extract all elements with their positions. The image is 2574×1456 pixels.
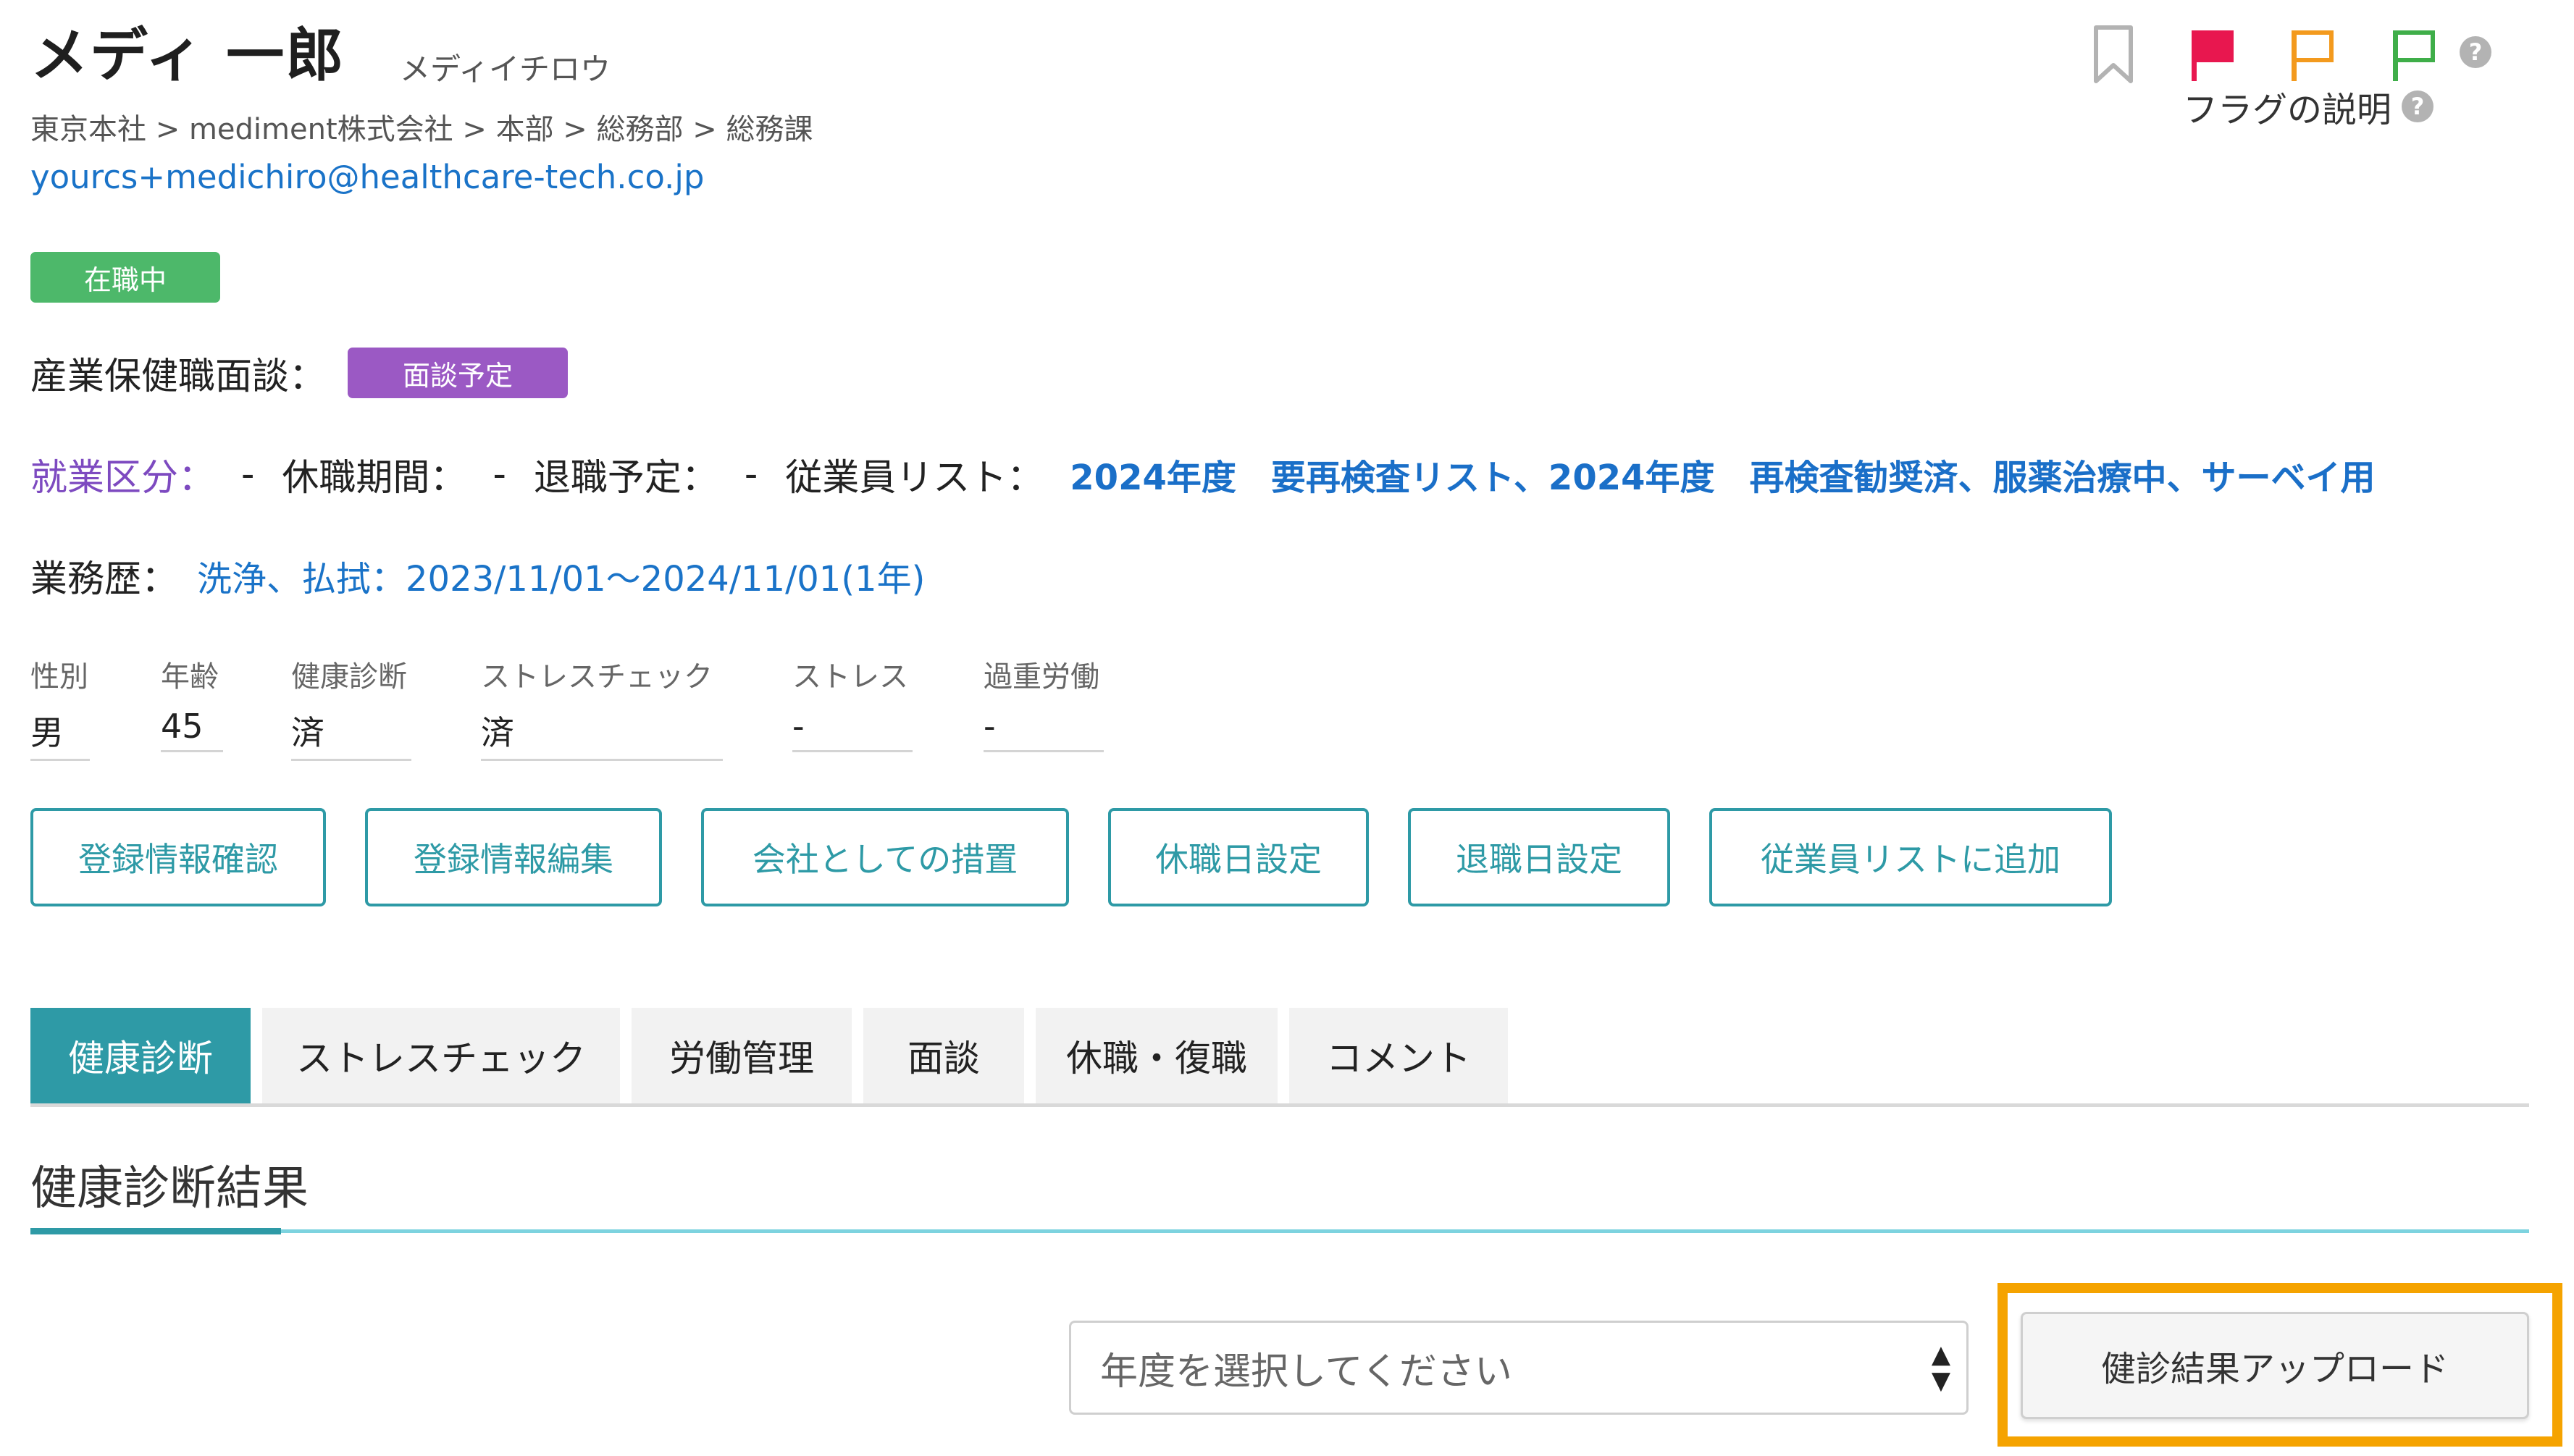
work-history-label: 業務歴： (30, 558, 179, 601)
info-health-checkup: 健康診断 済 (291, 653, 411, 761)
retire-plan-value: - (744, 453, 758, 496)
tab-comment[interactable]: コメント (1289, 1008, 1508, 1103)
flag-help[interactable]: フラグの説明 ? (2183, 81, 2434, 132)
info-label: 性別 (30, 660, 88, 694)
work-category-value: - (241, 453, 255, 496)
info-label: 健康診断 (291, 660, 407, 694)
tab-health-checkup[interactable]: 健康診断 (30, 1008, 251, 1103)
upload-results-button[interactable]: 健診結果アップロード (2021, 1312, 2529, 1419)
section-divider (30, 1229, 2529, 1233)
breadcrumb: 東京本社 > mediment株式会社 > 本部 > 総務部 > 総務課 (30, 113, 813, 146)
question-circle-icon[interactable]: ? (2402, 91, 2434, 122)
work-info-row: 就業区分： - 休職期間： - 退職予定： - 従業員リスト： 2024年度 要… (30, 447, 2376, 501)
info-value: 済 (481, 707, 723, 761)
red-flag-icon[interactable] (2187, 25, 2238, 83)
add-to-employee-list-button[interactable]: 従業員リストに追加 (1709, 808, 2112, 906)
tab-stress-check[interactable]: ストレスチェック (262, 1008, 620, 1103)
info-value: - (984, 707, 1104, 752)
edit-registration-button[interactable]: 登録情報編集 (365, 808, 662, 906)
info-age: 年齢 45 (161, 653, 223, 752)
leave-date-button[interactable]: 休職日設定 (1108, 808, 1369, 906)
employee-list-label: 従業員リスト： (785, 457, 1044, 500)
info-label: ストレス (792, 660, 908, 694)
company-measures-button[interactable]: 会社としての措置 (701, 808, 1069, 906)
info-label: 過重労働 (984, 660, 1099, 694)
work-history-link[interactable]: 洗浄、払拭：2023/11/01～2024/11/01(1年) (197, 550, 925, 601)
select-arrows-icon: ▲ ▼ (1931, 1340, 1950, 1395)
info-label: 年齢 (161, 660, 219, 694)
info-value: 45 (161, 707, 223, 752)
retire-date-button[interactable]: 退職日設定 (1408, 808, 1670, 906)
info-gender: 性別 男 (30, 653, 90, 761)
info-value: 男 (30, 707, 90, 761)
meeting-status-badge: 面談予定 (348, 348, 569, 398)
leave-period-value: - (492, 453, 506, 496)
employee-list-links[interactable]: 2024年度 要再検査リスト、2024年度 再検査勧奨済、服薬治療中、サーベイ用 (1070, 449, 2375, 500)
info-stress: ストレス - (792, 653, 913, 752)
year-select[interactable]: 年度を選択してください ▲ ▼ (1069, 1321, 1969, 1415)
year-select-placeholder: 年度を選択してください (1100, 1350, 1512, 1394)
info-value: 済 (291, 707, 411, 761)
employee-email-link[interactable]: yourcs+medichiro@healthcare-tech.co.jp (30, 158, 704, 196)
green-flag-icon[interactable] (2389, 25, 2439, 83)
flag-help-label: フラグの説明 (2183, 90, 2392, 130)
question-circle-icon[interactable]: ? (2460, 36, 2491, 68)
bookmark-icon[interactable] (2087, 23, 2139, 87)
info-label: ストレスチェック (481, 660, 713, 694)
section-divider-accent (30, 1228, 281, 1234)
leave-period-label: 休職期間： (282, 457, 467, 500)
meeting-label: 産業保健職面談： (30, 355, 327, 398)
info-overwork: 過重労働 - (984, 653, 1104, 752)
tab-leave-return[interactable]: 休職・復職 (1036, 1008, 1278, 1103)
info-value: - (792, 707, 913, 752)
status-badge: 在職中 (30, 252, 220, 303)
view-registration-button[interactable]: 登録情報確認 (30, 808, 326, 906)
work-category-label: 就業区分： (30, 457, 216, 500)
tab-divider (30, 1103, 2529, 1107)
retire-plan-label: 退職予定： (533, 457, 718, 500)
tab-labor-management[interactable]: 労働管理 (632, 1008, 852, 1103)
meeting-row: 産業保健職面談： 面談予定 (30, 346, 569, 400)
employee-kana: メディイチロウ (400, 51, 611, 87)
info-stress-check: ストレスチェック 済 (481, 653, 723, 761)
work-history-row: 業務歴： 洗浄、払拭：2023/11/01～2024/11/01(1年) (30, 549, 925, 602)
employee-name: メディ 一郎 (30, 22, 345, 89)
section-title: 健康診断結果 (30, 1162, 309, 1216)
tab-interview[interactable]: 面談 (863, 1008, 1024, 1103)
orange-flag-icon[interactable] (2287, 25, 2338, 83)
